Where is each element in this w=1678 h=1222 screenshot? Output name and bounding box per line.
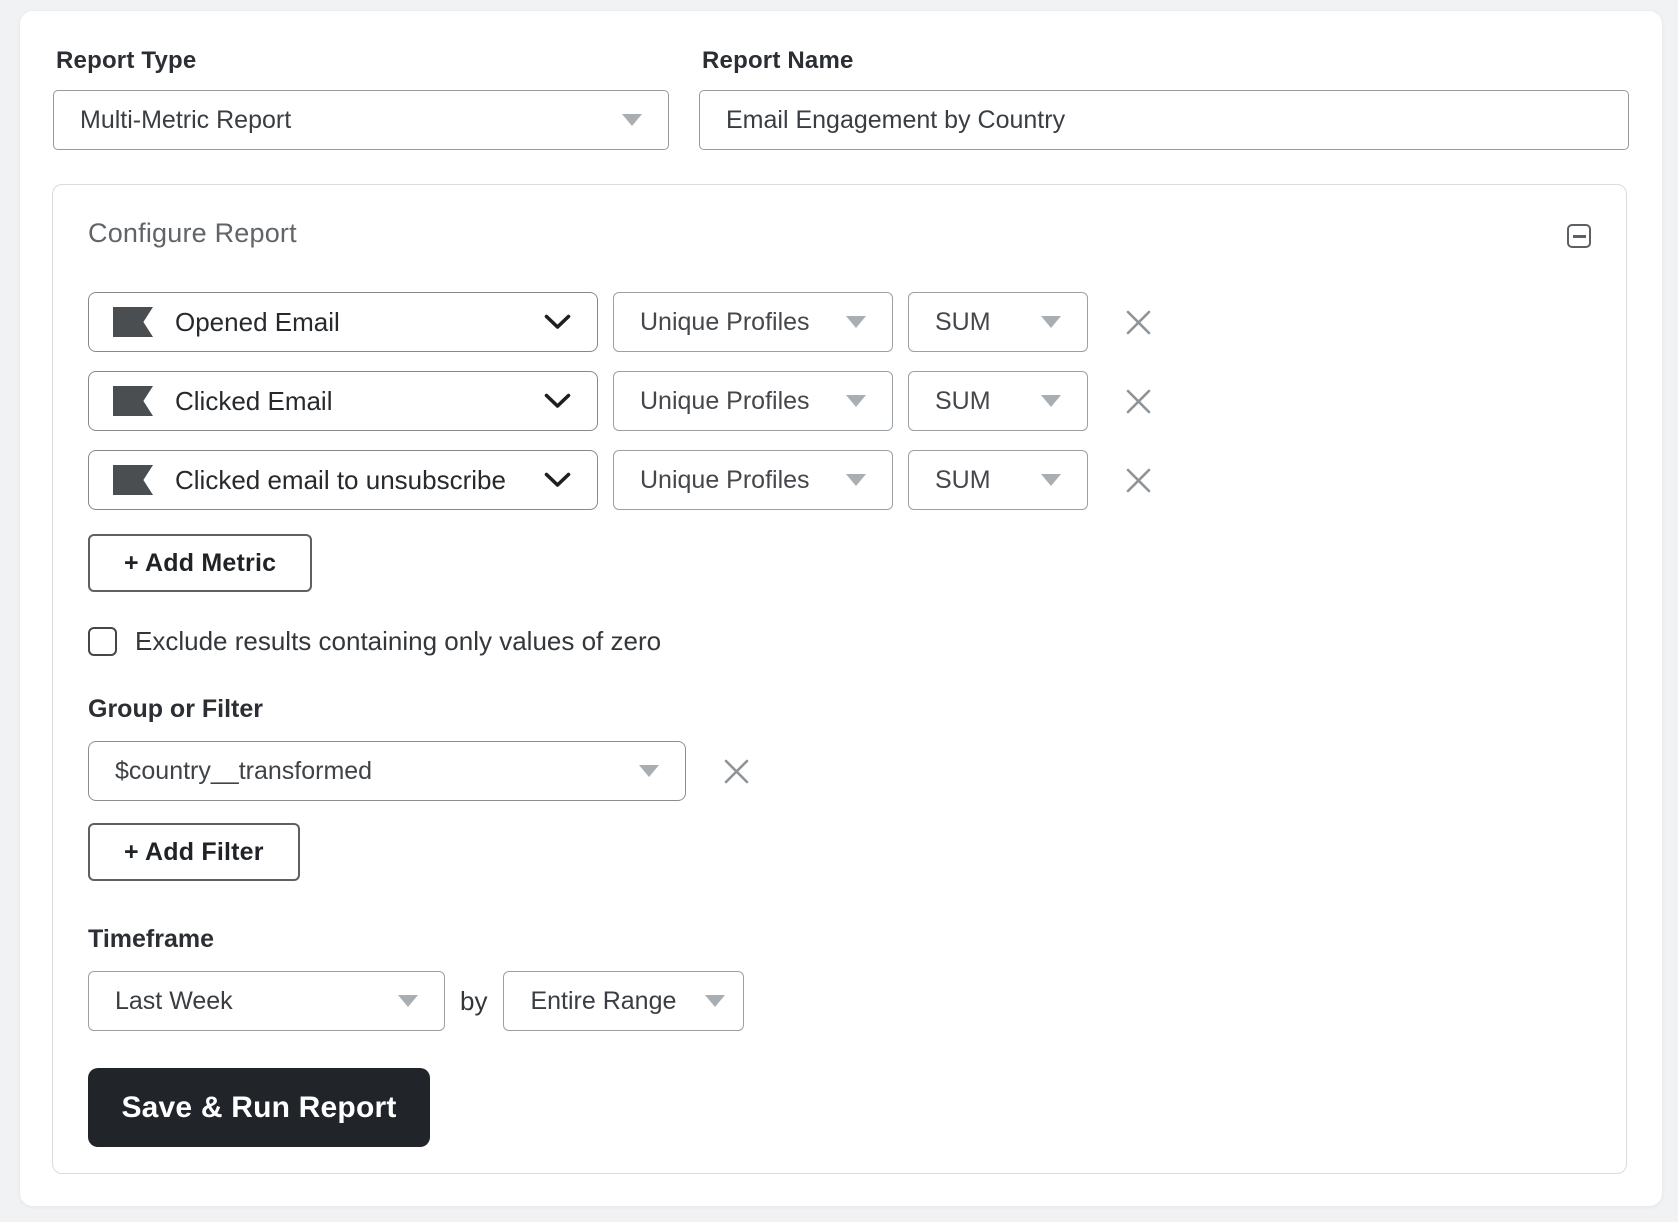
flag-icon: [113, 465, 153, 495]
measurement-select[interactable]: Unique Profiles: [613, 371, 893, 431]
aggregation-value: SUM: [935, 307, 991, 336]
metric-row: Clicked Email Unique Profiles SUM: [88, 371, 1591, 431]
timeframe-value: Last Week: [115, 986, 233, 1015]
add-metric-button[interactable]: + Add Metric: [88, 534, 313, 592]
aggregation-value: SUM: [935, 386, 991, 415]
remove-metric-button[interactable]: [1118, 381, 1158, 421]
caret-down-icon: [1041, 395, 1061, 407]
timeframe-label: Timeframe: [88, 925, 214, 953]
report-name-label: Report Name: [702, 47, 854, 74]
save-run-report-button[interactable]: Save & Run Report: [88, 1068, 430, 1147]
timeframe-select[interactable]: Last Week: [88, 971, 445, 1031]
configure-report-title: Configure Report: [88, 218, 297, 248]
metric-select[interactable]: Opened Email: [88, 292, 598, 352]
report-header-row: Report Type Multi-Metric Report Report N…: [20, 11, 1662, 150]
caret-down-icon: [1041, 316, 1061, 328]
remove-metric-button[interactable]: [1118, 460, 1158, 500]
caret-down-icon: [846, 316, 866, 328]
caret-down-icon: [705, 995, 726, 1007]
metric-name: Clicked email to unsubscribe: [175, 464, 506, 495]
metric-row: Clicked email to unsubscribe Unique Prof…: [88, 450, 1591, 510]
report-type-select[interactable]: Multi-Metric Report: [53, 90, 669, 150]
chevron-down-icon: [544, 393, 571, 408]
flag-icon: [113, 307, 153, 337]
remove-metric-button[interactable]: [1118, 302, 1158, 342]
group-filter-select[interactable]: $country__transformed: [88, 741, 686, 801]
x-icon: [1126, 310, 1150, 334]
metric-name: Clicked Email: [175, 385, 333, 416]
aggregation-select[interactable]: SUM: [908, 450, 1088, 510]
metric-rows: Opened Email Unique Profiles SUM Clicked…: [88, 292, 1591, 510]
flag-icon: [113, 386, 153, 416]
caret-down-icon: [639, 765, 659, 777]
report-builder-panel: Report Type Multi-Metric Report Report N…: [19, 10, 1663, 1207]
caret-down-icon: [622, 114, 642, 126]
measurement-value: Unique Profiles: [640, 386, 810, 415]
add-filter-button[interactable]: + Add Filter: [88, 823, 300, 881]
measurement-select[interactable]: Unique Profiles: [613, 450, 893, 510]
measurement-value: Unique Profiles: [640, 465, 810, 494]
exclude-zero-checkbox[interactable]: [88, 627, 117, 656]
timeframe-interval-select[interactable]: Entire Range: [503, 971, 745, 1031]
caret-down-icon: [398, 995, 418, 1007]
report-type-label: Report Type: [56, 47, 197, 74]
metric-select[interactable]: Clicked email to unsubscribe: [88, 450, 598, 510]
chevron-down-icon: [544, 314, 571, 329]
caret-down-icon: [846, 474, 866, 486]
group-or-filter-label: Group or Filter: [88, 695, 263, 723]
metric-name: Opened Email: [175, 306, 340, 337]
configure-report-card: Configure Report Opened Email Unique Pro…: [52, 184, 1627, 1174]
metric-select[interactable]: Clicked Email: [88, 371, 598, 431]
measurement-select[interactable]: Unique Profiles: [613, 292, 893, 352]
aggregation-select[interactable]: SUM: [908, 292, 1088, 352]
chevron-down-icon: [544, 472, 571, 487]
measurement-value: Unique Profiles: [640, 307, 810, 336]
timeframe-by-text: by: [460, 985, 488, 1016]
aggregation-value: SUM: [935, 465, 991, 494]
x-icon: [1126, 389, 1150, 413]
caret-down-icon: [846, 395, 866, 407]
report-type-value: Multi-Metric Report: [80, 105, 292, 134]
caret-down-icon: [1041, 474, 1061, 486]
remove-filter-button[interactable]: [716, 751, 756, 791]
group-filter-value: $country__transformed: [115, 756, 373, 785]
exclude-zero-label: Exclude results containing only values o…: [135, 626, 662, 656]
aggregation-select[interactable]: SUM: [908, 371, 1088, 431]
x-icon: [724, 759, 748, 783]
collapse-section-button[interactable]: [1567, 224, 1591, 248]
report-name-input[interactable]: [699, 90, 1629, 150]
metric-row: Opened Email Unique Profiles SUM: [88, 292, 1591, 352]
timeframe-interval-value: Entire Range: [530, 986, 677, 1015]
x-icon: [1126, 468, 1150, 492]
